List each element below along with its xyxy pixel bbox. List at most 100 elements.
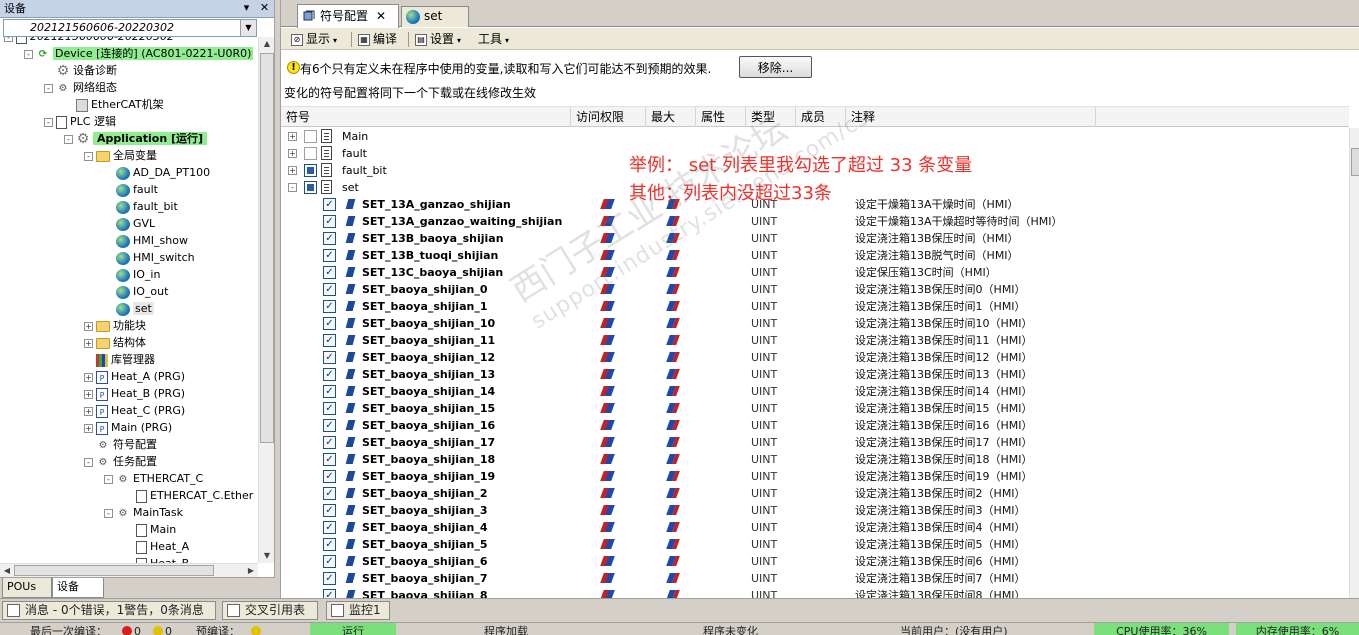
access-rights-icon[interactable] bbox=[601, 436, 614, 448]
collapse-icon[interactable]: - bbox=[24, 49, 33, 59]
tree-item[interactable]: fault bbox=[104, 181, 158, 198]
max-access-icon[interactable] bbox=[667, 385, 680, 397]
column-attribute[interactable]: 属性 bbox=[696, 107, 746, 127]
expand-icon[interactable]: + bbox=[288, 149, 297, 158]
expand-icon[interactable]: + bbox=[84, 406, 93, 416]
variable-checkbox[interactable]: ✓ bbox=[323, 368, 336, 381]
close-icon[interactable]: ✕ bbox=[376, 9, 386, 23]
variable-checkbox[interactable]: ✓ bbox=[323, 572, 336, 585]
access-rights-icon[interactable] bbox=[601, 538, 614, 550]
expand-icon[interactable]: + bbox=[84, 372, 93, 382]
collapse-icon[interactable]: - bbox=[104, 508, 113, 518]
tree-item[interactable]: IO_out bbox=[104, 283, 168, 300]
tools-menu[interactable]: 工具 ▾ bbox=[478, 31, 509, 48]
tab-set[interactable]: set bbox=[401, 6, 469, 27]
symbol-variable-row[interactable]: ✓ SET_baoya_shijian_1 UINT 设定浇注箱13B保压时间1（HM… bbox=[281, 298, 1349, 315]
max-access-icon[interactable] bbox=[667, 504, 680, 516]
variable-checkbox[interactable]: ✓ bbox=[323, 419, 336, 432]
access-rights-icon[interactable] bbox=[601, 198, 614, 210]
access-rights-icon[interactable] bbox=[601, 283, 614, 295]
column-members[interactable]: 成员 bbox=[796, 107, 846, 127]
symbol-variable-row[interactable]: ✓ SET_baoya_shijian_15 UINT 设定浇注箱13B保压时间15（… bbox=[281, 400, 1349, 417]
variable-checkbox[interactable]: ✓ bbox=[323, 266, 336, 279]
panel-close-icon[interactable]: ✕ bbox=[258, 2, 271, 15]
tree-item[interactable]: + P Heat_A (PRG) bbox=[84, 368, 185, 385]
tab-devices[interactable]: 设备 bbox=[52, 578, 104, 598]
tree-item[interactable]: + P Heat_C (PRG) bbox=[84, 402, 185, 419]
variable-checkbox[interactable]: ✓ bbox=[323, 351, 336, 364]
tree-item[interactable]: - ⚙ 任务配置 bbox=[84, 453, 157, 470]
variable-checkbox[interactable]: ✓ bbox=[323, 334, 336, 347]
symbol-variable-row[interactable]: ✓ SET_baoya_shijian_13 UINT 设定浇注箱13B保压时间13（… bbox=[281, 366, 1349, 383]
collapse-icon[interactable]: - bbox=[84, 457, 93, 467]
symbol-variable-row[interactable]: ✓ SET_baoya_shijian_16 UINT 设定浇注箱13B保压时间16（… bbox=[281, 417, 1349, 434]
max-access-icon[interactable] bbox=[667, 572, 680, 584]
variable-checkbox[interactable]: ✓ bbox=[323, 232, 336, 245]
variable-checkbox[interactable]: ✓ bbox=[323, 453, 336, 466]
symbol-variable-row[interactable]: ✓ SET_baoya_shijian_17 UINT 设定浇注箱13B保压时间17（… bbox=[281, 434, 1349, 451]
tab-messages[interactable]: 消息 - 0个错误，1警告，0条消息 bbox=[2, 601, 216, 620]
variable-checkbox[interactable]: ✓ bbox=[323, 487, 336, 500]
max-access-icon[interactable] bbox=[667, 215, 680, 227]
access-rights-icon[interactable] bbox=[601, 589, 614, 598]
expand-icon[interactable]: + bbox=[84, 338, 93, 348]
tab-symbol-config[interactable]: 符号配置 ✕ bbox=[297, 4, 399, 28]
max-access-icon[interactable] bbox=[667, 351, 680, 363]
node-checkbox[interactable] bbox=[304, 130, 317, 143]
variable-checkbox[interactable]: ✓ bbox=[323, 249, 336, 262]
device-tree-horizontal-scrollbar[interactable]: ◀ ▶ bbox=[0, 563, 258, 577]
column-max[interactable]: 最大 bbox=[646, 107, 696, 127]
tree-item[interactable]: Heat_B bbox=[124, 555, 189, 563]
tree-item[interactable]: HMI_switch bbox=[104, 249, 195, 266]
panel-dropdown-icon[interactable]: ▾ bbox=[240, 2, 253, 15]
symbol-variable-row[interactable]: ✓ SET_baoya_shijian_6 UINT 设定浇注箱13B保压时间6（HM… bbox=[281, 553, 1349, 570]
access-rights-icon[interactable] bbox=[601, 453, 614, 465]
symbol-variable-row[interactable]: ✓ SET_baoya_shijian_4 UINT 设定浇注箱13B保压时间4（HM… bbox=[281, 519, 1349, 536]
scrollbar-thumb[interactable] bbox=[260, 53, 274, 443]
device-tree-vertical-scrollbar[interactable]: ▲ ▼ bbox=[258, 37, 274, 563]
access-rights-icon[interactable] bbox=[601, 266, 614, 278]
column-comment[interactable]: 注释 bbox=[846, 107, 1096, 127]
access-rights-icon[interactable] bbox=[601, 504, 614, 516]
symbol-variable-row[interactable]: ✓ SET_baoya_shijian_5 UINT 设定浇注箱13B保压时间5（HM… bbox=[281, 536, 1349, 553]
access-rights-icon[interactable] bbox=[601, 555, 614, 567]
variable-checkbox[interactable]: ✓ bbox=[323, 589, 336, 598]
scroll-up-icon[interactable]: ▲ bbox=[260, 37, 274, 51]
symbol-grid-scrollbar[interactable] bbox=[1349, 128, 1359, 598]
tree-item[interactable]: fault_bit bbox=[104, 198, 178, 215]
access-rights-icon[interactable] bbox=[601, 487, 614, 499]
access-rights-icon[interactable] bbox=[601, 385, 614, 397]
column-type[interactable]: 类型 bbox=[746, 107, 796, 127]
access-rights-icon[interactable] bbox=[601, 300, 614, 312]
access-rights-icon[interactable] bbox=[601, 572, 614, 584]
expand-icon[interactable]: + bbox=[84, 389, 93, 399]
scroll-down-icon[interactable]: ▼ bbox=[260, 549, 274, 563]
tab-cross-reference[interactable]: 交叉引用表 bbox=[222, 601, 318, 620]
symbol-node-row[interactable]: + Main bbox=[281, 128, 1349, 145]
column-symbol[interactable]: 符号 bbox=[281, 107, 571, 127]
symbol-variable-row[interactable]: ✓ SET_baoya_shijian_10 UINT 设定浇注箱13B保压时间10（… bbox=[281, 315, 1349, 332]
symbol-variable-row[interactable]: ✓ SET_13B_tuoqi_shijian UINT 设定浇注箱13B脱气时间（H… bbox=[281, 247, 1349, 264]
max-access-icon[interactable] bbox=[667, 436, 680, 448]
max-access-icon[interactable] bbox=[667, 555, 680, 567]
tree-item[interactable]: Heat_A bbox=[124, 538, 189, 555]
variable-checkbox[interactable]: ✓ bbox=[323, 538, 336, 551]
tree-item[interactable]: ⚙ 设备诊断 bbox=[44, 62, 117, 79]
collapse-icon[interactable]: - bbox=[288, 183, 297, 192]
tree-item[interactable]: EtherCAT机架 bbox=[64, 96, 164, 113]
collapse-icon[interactable]: - bbox=[64, 134, 73, 144]
tree-item[interactable]: set bbox=[104, 300, 154, 317]
max-access-icon[interactable] bbox=[667, 266, 680, 278]
device-selector[interactable]: 202121560606-20220302 ▼ bbox=[3, 19, 257, 37]
symbol-variable-row[interactable]: ✓ SET_baoya_shijian_19 UINT 设定浇注箱13B保压时间19（… bbox=[281, 468, 1349, 485]
expand-icon[interactable]: + bbox=[288, 132, 297, 141]
tree-item[interactable]: - ⚙ 网络组态 bbox=[44, 79, 117, 96]
scroll-right-icon[interactable]: ▶ bbox=[244, 564, 258, 578]
collapse-icon[interactable]: - bbox=[44, 83, 53, 93]
max-access-icon[interactable] bbox=[667, 589, 680, 598]
collapse-icon[interactable]: - bbox=[104, 474, 113, 484]
variable-checkbox[interactable]: ✓ bbox=[323, 436, 336, 449]
max-access-icon[interactable] bbox=[667, 283, 680, 295]
tree-item[interactable]: - ⟳ Device [连接的] (AC801-0221-U0R0) bbox=[24, 45, 254, 62]
variable-checkbox[interactable]: ✓ bbox=[323, 215, 336, 228]
